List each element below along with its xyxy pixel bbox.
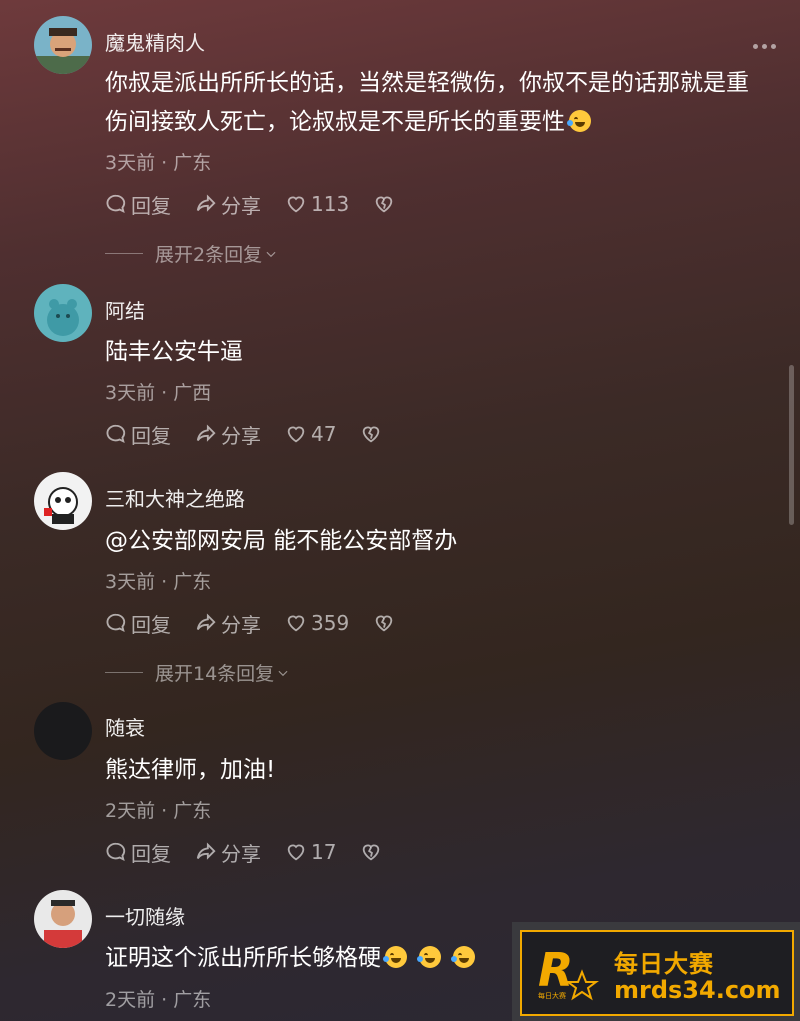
share-icon [196, 842, 216, 860]
comment-text: @公安部网安局 能不能公安部督办 [105, 528, 458, 554]
chevron-down-icon [278, 670, 288, 676]
reply-icon [106, 842, 126, 862]
reply-button[interactable]: 回复 [105, 609, 171, 638]
share-icon [196, 424, 216, 442]
comment-meta: 3天前 · 广东 [105, 152, 212, 174]
reply-icon [106, 194, 126, 214]
dislike-button[interactable] [360, 423, 386, 445]
comment-meta: 2天前 · 广东 [105, 800, 212, 822]
more-options-icon[interactable] [753, 44, 776, 49]
share-icon [196, 194, 216, 212]
dislike-button[interactable] [373, 193, 399, 215]
username[interactable]: 阿结 [105, 295, 145, 324]
share-icon [196, 613, 216, 631]
broken-heart-icon [375, 196, 393, 213]
broken-heart-icon [363, 844, 380, 861]
username[interactable]: 随衰 [105, 712, 145, 741]
comment-text: 熊达律师，加油! [105, 757, 276, 783]
comment-text: 你叔是派出所所长的话，当然是轻微伤，你叔不是的话那就是重伤间接致人死亡，论叔叔是… [105, 70, 749, 135]
comment-text: 证明这个派出所所长够格硬 [105, 939, 505, 978]
comment-meta: 3天前 · 广西 [105, 382, 212, 404]
rofl-emoji-icon [383, 946, 407, 968]
dislike-button[interactable] [373, 612, 399, 634]
share-button[interactable]: 分享 [195, 838, 261, 867]
username[interactable]: 三和大神之绝路 [105, 483, 245, 512]
share-button[interactable]: 分享 [195, 420, 261, 449]
avatar[interactable] [34, 16, 92, 74]
divider [105, 672, 143, 673]
broken-heart-icon [375, 615, 393, 632]
avatar[interactable] [34, 702, 92, 760]
expand-replies-label: 展开14条回复 [155, 663, 275, 685]
expand-replies-label: 展开2条回复 [155, 244, 263, 266]
reply-button[interactable]: 回复 [105, 190, 171, 219]
heart-icon [287, 426, 305, 443]
like-button[interactable]: 47 [285, 422, 336, 446]
comment-actions: 回复 分享 113 [105, 190, 423, 218]
rofl-emoji-icon [451, 946, 475, 968]
comment-actions: 回复 分享 17 [105, 838, 410, 866]
heart-icon [287, 615, 305, 632]
dislike-button[interactable] [360, 841, 386, 863]
username[interactable]: 魔鬼精肉人 [105, 27, 205, 56]
watermark-frame: R 每日大赛 每日大赛 mrds34.com [520, 930, 794, 1016]
heart-icon [287, 844, 305, 861]
watermark-url: mrds34.com [614, 976, 781, 1004]
like-button[interactable]: 17 [285, 840, 336, 864]
svg-text:每日大赛: 每日大赛 [538, 991, 566, 1000]
reply-button[interactable]: 回复 [105, 838, 171, 867]
username[interactable]: 一切随缘 [105, 901, 185, 930]
broken-heart-icon [363, 426, 380, 443]
expand-replies-button[interactable]: 展开14条回复 [105, 659, 290, 686]
reply-icon [106, 613, 126, 633]
divider [105, 253, 143, 254]
chevron-down-icon [266, 251, 276, 257]
comment-text: 陆丰公安牛逼 [105, 339, 243, 365]
expand-replies-button[interactable]: 展开2条回复 [105, 240, 278, 267]
avatar[interactable] [34, 284, 92, 342]
rofl-emoji-icon [567, 110, 591, 132]
avatar[interactable] [34, 890, 92, 948]
like-button[interactable]: 359 [285, 611, 349, 635]
reply-button[interactable]: 回复 [105, 420, 171, 449]
watermark: R 每日大赛 每日大赛 mrds34.com [512, 922, 800, 1021]
heart-icon [287, 196, 305, 213]
logo-icon: R 每日大赛 [538, 943, 599, 1001]
comment-meta: 2天前 · 广东 [105, 989, 212, 1011]
reply-icon [106, 424, 126, 444]
watermark-title: 每日大赛 [614, 950, 714, 978]
avatar[interactable] [34, 472, 92, 530]
comment-meta: 3天前 · 广东 [105, 571, 212, 593]
like-button[interactable]: 113 [285, 192, 349, 216]
comment-actions: 回复 分享 359 [105, 609, 423, 637]
share-button[interactable]: 分享 [195, 190, 261, 219]
comment-actions: 回复 分享 47 [105, 420, 410, 448]
share-button[interactable]: 分享 [195, 609, 261, 638]
svg-text:R: R [538, 943, 573, 997]
scrollbar[interactable] [789, 365, 794, 525]
rofl-emoji-icon [417, 946, 441, 968]
